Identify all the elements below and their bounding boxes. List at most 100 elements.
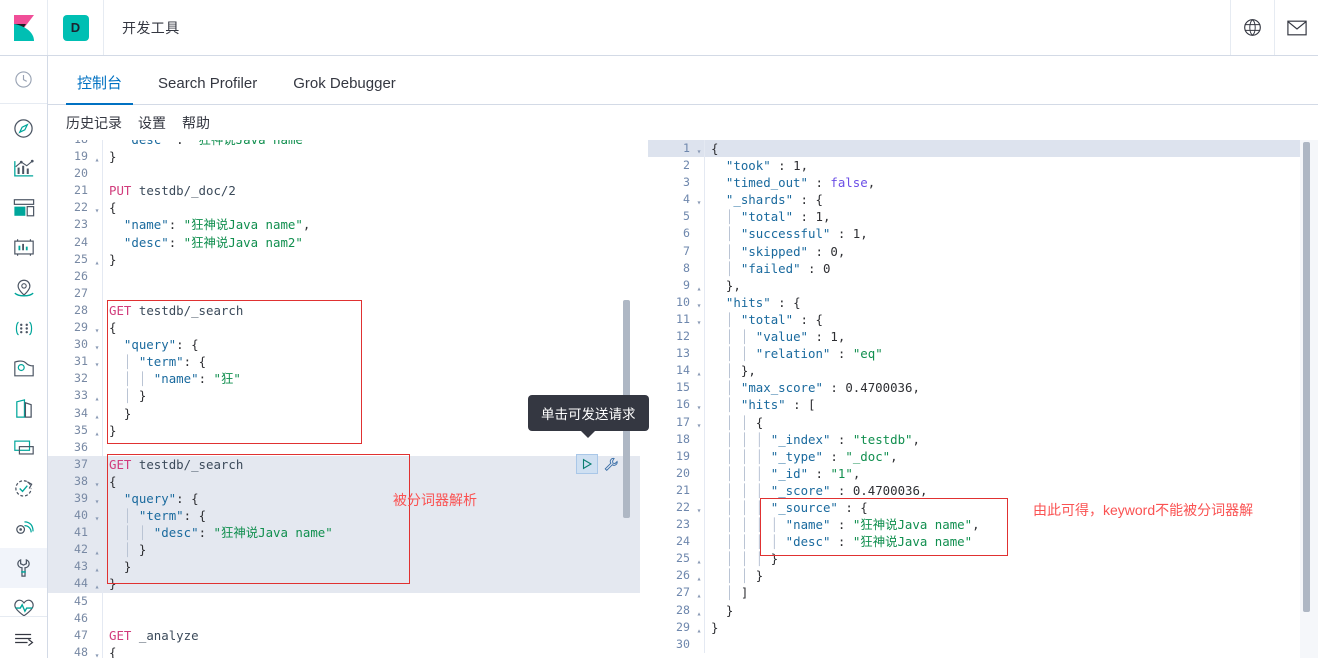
logs-icon: [16, 398, 32, 418]
line-number: 20: [676, 465, 690, 480]
sidebar-item-apm[interactable]: [0, 428, 47, 468]
code-text: │ "successful" : 1,: [704, 225, 1318, 243]
code-line[interactable]: 18 "desc" : "狂神说Java name": [48, 140, 640, 149]
news-feed-button[interactable]: [1274, 0, 1318, 55]
code-line[interactable]: 45: [48, 592, 640, 610]
code-line[interactable]: 30 ▾ "query": {: [48, 336, 640, 354]
code-text: [102, 438, 640, 456]
code-line[interactable]: 44 ▴}: [48, 575, 640, 593]
sidebar-item-machine-learning[interactable]: [0, 308, 47, 348]
fold-toggle: [92, 165, 102, 168]
line-number: 23: [74, 217, 88, 232]
sidebar-item-dashboard[interactable]: [0, 188, 47, 228]
maps-icon: [13, 279, 34, 297]
code-line[interactable]: 43 ▴ }: [48, 558, 640, 576]
code-line: 15 │ "max_score" : 0.4700036,: [648, 379, 1318, 397]
code-line[interactable]: 25 ▴}: [48, 250, 640, 268]
mail-icon: [1286, 20, 1307, 35]
console-editors: 18 "desc" : "狂神说Java name"19▴}20 21PUT t…: [48, 140, 1318, 658]
submenu-settings[interactable]: 设置: [138, 113, 166, 133]
line-number: 4: [683, 192, 690, 207]
fold-toggle: [694, 208, 704, 211]
fold-toggle: [694, 243, 704, 246]
code-line: 10 ▾ "hits" : {: [648, 293, 1318, 311]
code-line[interactable]: 21 PUT testdb/_doc/2: [48, 182, 640, 200]
sidebar-item-uptime[interactable]: [0, 468, 47, 508]
sidebar-item-maps[interactable]: [0, 268, 47, 308]
sidebar-item-logs[interactable]: [0, 388, 47, 428]
tab-grok-debugger[interactable]: Grok Debugger: [282, 76, 407, 104]
code-text: │ }: [102, 541, 640, 559]
code-line[interactable]: 29 ▾{: [48, 319, 640, 337]
line-number: 37: [74, 456, 88, 471]
code-line[interactable]: 31 ▾ │ "term": {: [48, 353, 640, 371]
tab-search-profiler[interactable]: Search Profiler: [147, 76, 268, 104]
code-line[interactable]: 27: [48, 284, 640, 302]
sidebar-item-discover[interactable]: [0, 108, 47, 148]
code-line: 17 ▾ │ │ {: [648, 413, 1318, 431]
code-line[interactable]: 32 │ │ "name": "狂": [48, 370, 640, 388]
code-line[interactable]: 19 ▴}: [48, 148, 640, 166]
code-line[interactable]: 39 ▾ "query": {: [48, 489, 640, 508]
code-text: {: [102, 319, 640, 337]
code-line[interactable]: 24 "desc": "狂神说Java nam2": [48, 233, 640, 251]
code-text: }: [102, 250, 640, 268]
submenu-help[interactable]: 帮助: [182, 113, 210, 133]
line-number: 10: [676, 294, 690, 309]
code-line[interactable]: 40 ▾ │ "term": {: [48, 507, 640, 525]
fold-toggle: [694, 636, 704, 639]
line-number: 18: [48, 140, 92, 148]
help-button[interactable]: [1230, 0, 1274, 55]
code-line[interactable]: 38 ▾{: [48, 472, 640, 490]
fold-toggle[interactable]: ▾: [92, 644, 102, 658]
code-line: 4 ▾ "_shards" : {: [648, 191, 1318, 209]
sidebar-item-dev-tools[interactable]: [0, 548, 47, 588]
code-line: 18 │ │ │ "_index" : "testdb",: [648, 430, 1318, 448]
code-line[interactable]: 36: [48, 438, 640, 456]
code-line[interactable]: 41 │ │ "desc": "狂神说Java name": [48, 524, 640, 542]
request-options-button[interactable]: [601, 454, 619, 474]
line-number: 1: [683, 141, 690, 155]
visualize-chart-icon: [13, 159, 34, 176]
space-selector[interactable]: D: [48, 0, 104, 55]
code-line[interactable]: 42 ▴ │ }: [48, 541, 640, 559]
code-text: │ "term": {: [102, 353, 640, 371]
request-options-wrench-icon: [604, 457, 618, 471]
collapse-nav-button[interactable]: [0, 616, 47, 658]
code-line[interactable]: 20: [48, 165, 640, 183]
sidebar-item-visualize[interactable]: [0, 148, 47, 188]
fold-toggle: [694, 465, 704, 468]
line-number: 42: [74, 542, 88, 557]
code-line[interactable]: 47 GET _analyze: [48, 626, 640, 644]
line-number: 46: [74, 610, 88, 625]
code-line[interactable]: 22 ▾{: [48, 199, 640, 217]
sidebar-item-canvas[interactable]: [0, 228, 47, 268]
code-line[interactable]: 28 GET testdb/_search: [48, 301, 640, 320]
annotation-keyword: 由此可得，keyword不能被分词器解: [1033, 502, 1254, 518]
response-editor-scrollbar[interactable]: [1303, 142, 1310, 612]
recently-viewed-button[interactable]: [0, 56, 47, 104]
code-line[interactable]: 26: [48, 267, 640, 285]
code-line: 24 │ │ │ │ "desc" : "狂神说Java name": [648, 533, 1318, 551]
line-number: 22: [676, 499, 690, 514]
code-line: 19 │ │ │ "_type" : "_doc",: [648, 447, 1318, 465]
sidebar-item-infrastructure[interactable]: [0, 348, 47, 388]
fold-toggle: [92, 285, 102, 288]
code-line[interactable]: 48 ▾{: [48, 643, 640, 658]
tab-console[interactable]: 控制台: [66, 76, 134, 105]
infrastructure-icon: [13, 360, 34, 377]
code-text: │ │ "value" : 1,: [704, 328, 1318, 346]
code-line[interactable]: 23 "name": "狂神说Java name",: [48, 216, 640, 234]
fold-toggle: [694, 516, 704, 519]
response-editor[interactable]: 1 ▾{2 "took" : 1, 3 "timed_out" : false, 4 ▾…: [648, 140, 1318, 658]
kibana-logo[interactable]: [0, 0, 48, 55]
code-text: "desc": "狂神说Java nam2": [102, 233, 640, 251]
line-number: 34: [74, 405, 88, 420]
code-text: GET testdb/_search: [102, 455, 640, 473]
code-line[interactable]: 46: [48, 609, 640, 627]
code-line[interactable]: 37 GET testdb/_search: [48, 455, 640, 473]
submenu-history[interactable]: 历史记录: [66, 113, 122, 133]
send-request-button[interactable]: [576, 454, 598, 474]
sidebar-item-siem[interactable]: [0, 508, 47, 548]
code-text: │ ]: [704, 584, 1318, 602]
